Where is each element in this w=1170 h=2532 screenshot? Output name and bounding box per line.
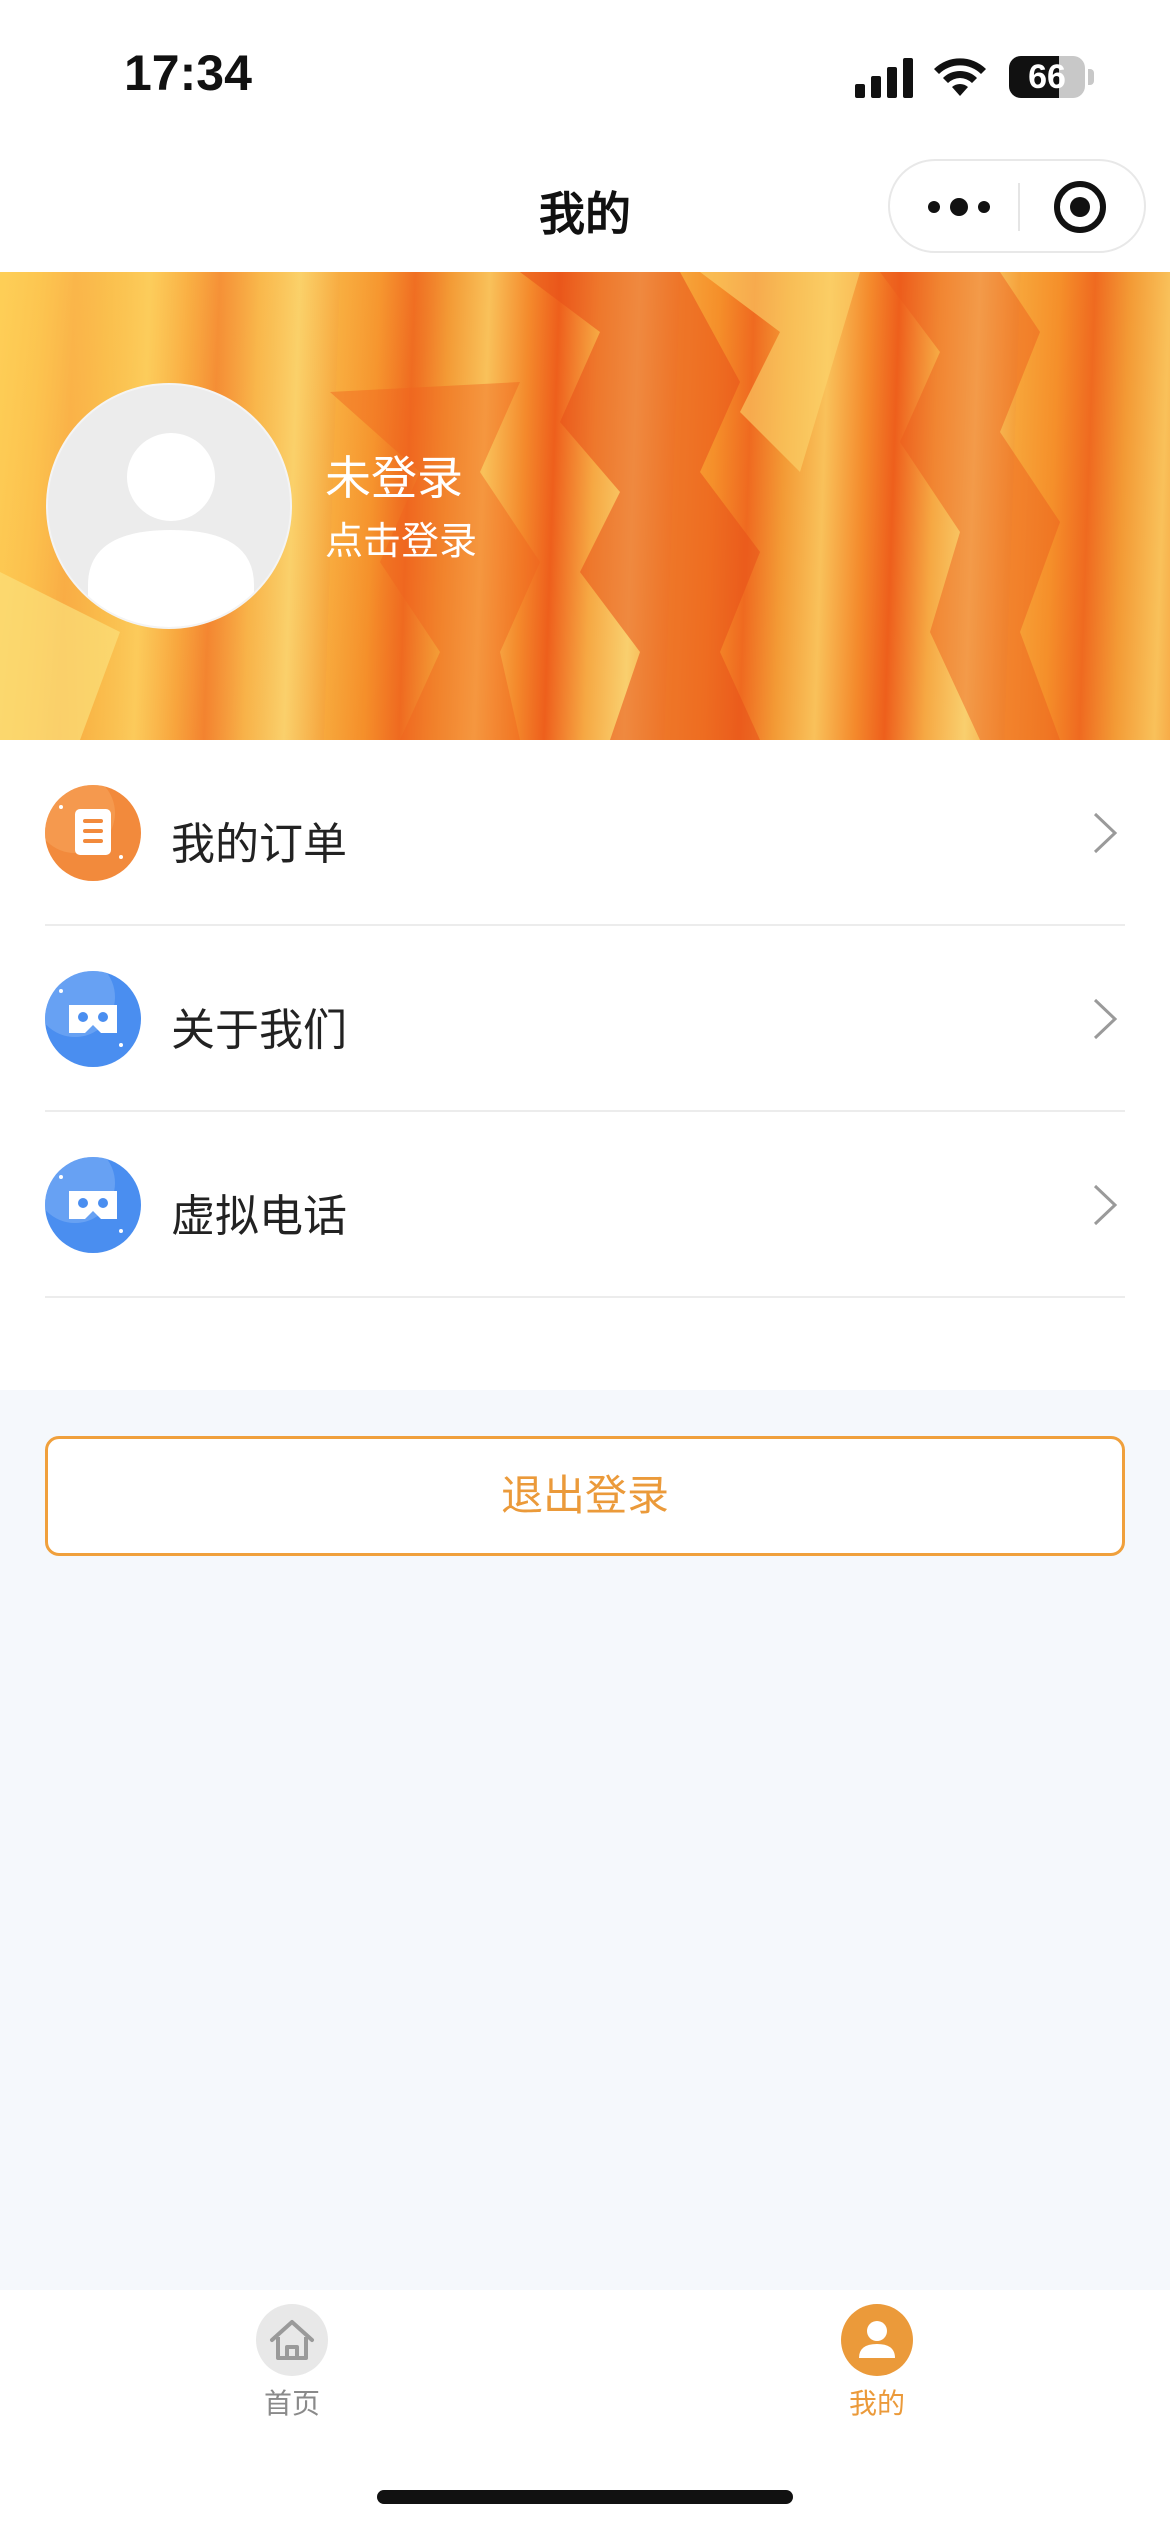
login-link[interactable]: 点击登录 (325, 510, 477, 565)
menu-item-label: 虚拟电话 (171, 1191, 347, 1242)
home-indicator (377, 2490, 793, 2504)
order-doc-icon (45, 785, 141, 881)
menu-item-about-us[interactable]: 关于我们 (45, 926, 1125, 1112)
cellular-signal-icon (855, 58, 913, 98)
chevron-right-icon (1093, 1184, 1118, 1226)
menu-item-label: 我的订单 (171, 819, 347, 870)
status-bar: 17:34 66 (0, 0, 1170, 150)
default-avatar-icon (88, 433, 254, 627)
battery-percent: 66 (1028, 58, 1066, 96)
menu-item-label: 关于我们 (171, 1005, 347, 1056)
avatar[interactable] (46, 383, 292, 629)
close-miniprogram-icon[interactable] (1050, 179, 1110, 235)
capsule-divider (1018, 183, 1020, 231)
tab-mine-label: 我的 (848, 2387, 905, 2420)
logout-button[interactable]: 退出登录 (45, 1436, 1125, 1556)
profile-banner: 未登录 点击登录 (0, 272, 1170, 740)
tab-home-label: 首页 (263, 2387, 320, 2420)
more-options-icon[interactable] (924, 183, 994, 231)
mini-program-capsule (888, 159, 1146, 253)
tab-mine[interactable]: 我的 (727, 2290, 1027, 2440)
nav-bar: 我的 (0, 150, 1170, 272)
status-time: 17:34 (124, 45, 252, 101)
wifi-icon (934, 58, 986, 96)
battery-nub (1088, 69, 1094, 85)
chevron-right-icon (1093, 812, 1118, 854)
vr-glasses-icon (45, 1157, 141, 1253)
menu-list: 我的订单 关于我们 虚拟电话 (0, 740, 1170, 1390)
home-icon (256, 2304, 328, 2376)
user-icon (841, 2304, 913, 2376)
menu-item-my-orders[interactable]: 我的订单 (45, 740, 1125, 926)
tab-home[interactable]: 首页 (142, 2290, 442, 2440)
chevron-right-icon (1093, 998, 1118, 1040)
login-status-text: 未登录 (325, 451, 463, 505)
vr-glasses-icon (45, 971, 141, 1067)
battery-icon: 66 (1009, 56, 1085, 98)
menu-item-virtual-phone[interactable]: 虚拟电话 (45, 1112, 1125, 1298)
